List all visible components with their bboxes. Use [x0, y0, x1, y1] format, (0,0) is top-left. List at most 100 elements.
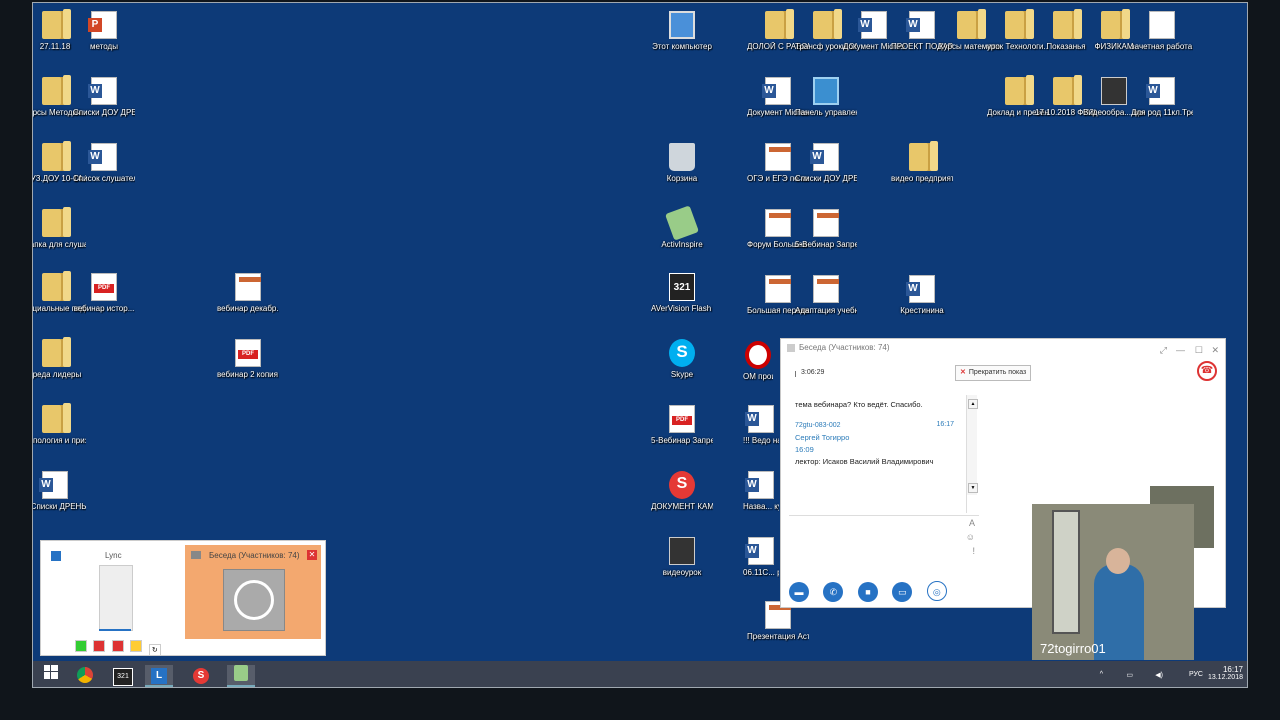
desktop-icon-control-panel[interactable]: Панель управления — [795, 77, 857, 118]
participant-video[interactable]: 72togirro01 — [1032, 504, 1194, 660]
folder-icon — [42, 337, 71, 367]
desktop-icon-vedomost[interactable]: !!! Ведо на спис... — [743, 405, 779, 446]
scroll-down-icon[interactable]: ▼ — [968, 483, 978, 493]
pdf-icon — [91, 273, 117, 301]
word-icon — [1146, 77, 1175, 105]
desktop-icon-sreda-lidery[interactable]: среда лидеры — [33, 337, 86, 380]
desktop-icon-video-predpriyatiya[interactable]: видео предприятия — [891, 141, 953, 184]
network-icon[interactable]: ▭ — [1126, 671, 1133, 679]
desktop-icon-activinspire[interactable]: ActivInspire — [651, 205, 713, 250]
conversation-thumbnail[interactable]: Беседа (Участников: 74) ✕ — [185, 545, 321, 639]
video-icon — [669, 537, 695, 565]
powerpoint-icon — [88, 11, 117, 39]
taskbar-chrome[interactable] — [71, 665, 99, 685]
desktop-icon-06-11[interactable]: 06.11С... регист... — [743, 537, 779, 578]
desktop-icon-skype[interactable]: S Skype — [651, 339, 713, 380]
taskbar-avervision[interactable]: 321 — [109, 665, 137, 686]
clock[interactable]: 16:17 13.12.2018 — [1207, 665, 1243, 681]
taskbar-lync[interactable]: L — [145, 665, 173, 687]
desktop-icon-tipologiya[interactable]: Типология и признаки о... — [33, 403, 86, 446]
desktop-icon-spisok-slushatel[interactable]: Список слушател... — [73, 143, 135, 184]
conversation-icon — [787, 344, 795, 352]
minimize-button[interactable]: — — [1176, 341, 1185, 359]
people-icon: ◎ — [932, 587, 941, 597]
desktop-icon-krestinina[interactable]: Крестинина — [891, 275, 953, 316]
chat-scrollbar[interactable]: ▲ ▼ — [967, 395, 978, 495]
desktop-icon-metody[interactable]: методы — [73, 11, 135, 52]
font-icon[interactable]: A — [969, 518, 975, 528]
desktop-icon-dokument-kamera[interactable]: SДОКУМЕНТ КАМЕРА — [651, 471, 713, 512]
chat-input[interactable]: A ☺ ! — [789, 515, 979, 566]
green-status-icon[interactable] — [75, 640, 87, 652]
scroll-up-icon[interactable]: ▲ — [968, 399, 978, 409]
desktop-icon-vebinar-2-kopiya[interactable]: вебинар 2 копия для... — [217, 339, 279, 380]
camera-icon: ■ — [865, 587, 871, 597]
stop-sharing-button[interactable]: ✕ Прекратить показ — [955, 365, 1032, 381]
emoticon-icon[interactable]: ☺ — [966, 532, 975, 542]
skype-icon: S — [669, 339, 695, 367]
participants-button[interactable]: ◎ — [926, 581, 947, 601]
language-indicator[interactable]: РУС — [1189, 671, 1203, 678]
desktop-icon-vebinar-dekabr[interactable]: вебинар декабр... — [217, 273, 279, 314]
close-icon[interactable]: ✕ — [307, 550, 317, 560]
folder-icon — [42, 9, 71, 39]
taskbar-avs[interactable]: S — [187, 665, 215, 685]
close-button[interactable]: ✕ — [1211, 341, 1219, 359]
chat-sender[interactable]: Сергей Тогирро — [795, 432, 960, 444]
lync-taskbar-preview: Lync ↻ Беседа (Участников: 74) ✕ — [40, 540, 326, 656]
chrome-icon — [77, 667, 93, 684]
tray-chevron-up-icon[interactable]: ^ — [1100, 671, 1103, 678]
present-button[interactable]: ▭ — [892, 582, 913, 602]
recycle-bin-icon — [669, 143, 695, 171]
folder-icon — [909, 141, 938, 171]
folder-icon — [1053, 75, 1082, 105]
avs-camera-icon: S — [669, 471, 695, 499]
desktop-icon-om-proizv[interactable]: ОМ произв... — [743, 341, 773, 382]
desktop-icon-spiski-dou-2[interactable]: Списки ДОУ ДРЕНЬ О.Е — [795, 143, 857, 184]
video-door — [1052, 510, 1080, 634]
desktop-icon-5-vebinar-thumb[interactable]: 5-Вебинар Запреля — [795, 209, 857, 250]
desktop-icon-5-vebinar-pdf[interactable]: 5-Вебинар Запреля — [651, 405, 713, 446]
folder-icon — [1005, 9, 1034, 39]
desktop-icon-adaptaciya[interactable]: Адаптация учебного ... — [795, 275, 857, 316]
popout-icon[interactable]: ⤢ — [1160, 341, 1167, 359]
opera-icon — [745, 341, 771, 369]
desktop-icon-videourok[interactable]: видеоурок — [651, 537, 713, 578]
desktop-icon-spiski-dren[interactable]: !!!Списки ДРЕНЬ О.Е — [33, 471, 86, 512]
maximize-button[interactable]: ☐ — [1195, 341, 1203, 359]
red-status-icon[interactable] — [93, 640, 106, 652]
desktop-icon-nazvanie-kursa[interactable]: Назва... курс... — [743, 471, 779, 512]
word-icon — [745, 405, 774, 433]
hang-up-button[interactable]: ☎ — [1197, 361, 1217, 381]
more-options-icon[interactable]: ••• — [1202, 586, 1215, 600]
signal-icon — [789, 371, 796, 377]
desktop-icon-spiski-dou[interactable]: Списки ДОУ ДРЕНЬ О.Е — [73, 77, 135, 118]
desktop-icon-dlya-rod[interactable]: Для род 11кл.Трен... — [1131, 77, 1193, 118]
video-button[interactable]: ■ — [857, 582, 878, 602]
desktop-icon-recycle-bin[interactable]: Корзина — [651, 143, 713, 184]
start-button[interactable] — [37, 665, 65, 685]
word-icon — [745, 537, 774, 565]
desktop-icon-zachetnaya[interactable]: зачетная работа Ил... — [1131, 11, 1193, 52]
desktop-icon-this-pc[interactable]: Этот компьютер — [651, 11, 713, 52]
control-panel-icon — [813, 77, 839, 105]
away-status-icon[interactable] — [130, 640, 143, 652]
preview-controls: ↻ — [75, 639, 163, 657]
lync-window-thumbnail[interactable] — [99, 565, 133, 631]
im-button[interactable]: ▬ — [789, 582, 809, 602]
taskbar-activinspire[interactable] — [227, 665, 255, 687]
importance-icon[interactable]: ! — [972, 546, 975, 556]
call-button[interactable]: ✆ — [823, 582, 844, 602]
video-participant-name: 72togirro01 — [1040, 641, 1106, 656]
volume-icon[interactable]: ◀) — [1155, 671, 1163, 679]
folder-icon — [42, 75, 71, 105]
desktop-icon-vebinar-istor[interactable]: вебинар истор... — [73, 273, 135, 314]
thumbnail-active-bar — [99, 629, 131, 631]
desktop-icon-avervision[interactable]: 321AVerVision Flash Plug-in — [651, 273, 713, 314]
busy-status-icon[interactable] — [111, 640, 124, 652]
word-icon — [88, 77, 117, 105]
desktop-icon-papka-slushateley[interactable]: Папка для слушателей — [33, 207, 86, 250]
folder-icon — [1053, 9, 1082, 39]
refresh-icon[interactable]: ↻ — [148, 644, 161, 656]
preview-title: Lync — [105, 551, 122, 560]
